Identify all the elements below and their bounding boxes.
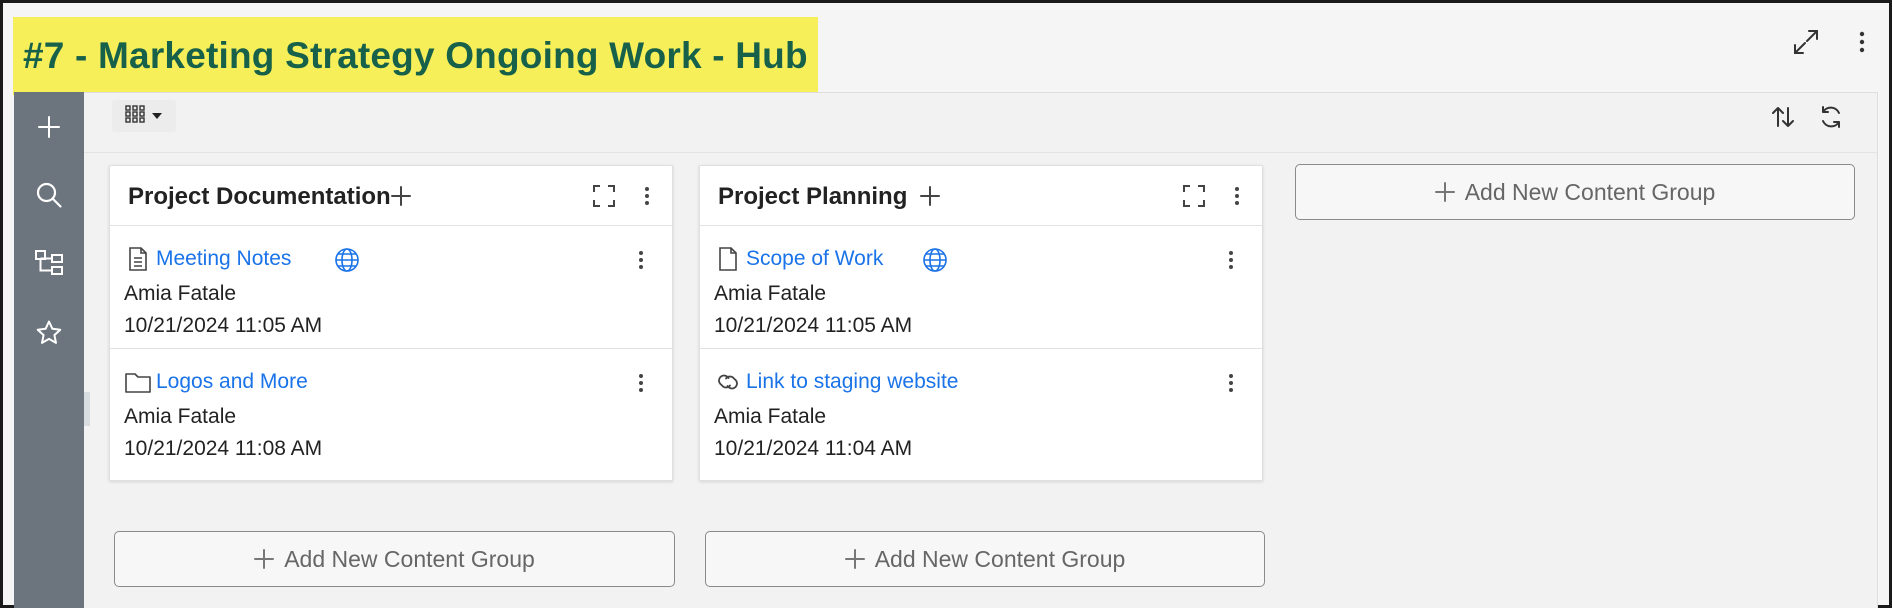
add-content-group-button[interactable]: Add New Content Group xyxy=(114,531,675,587)
content-item-author: Amia Fatale xyxy=(124,282,237,305)
add-content-group-button[interactable]: Add New Content Group xyxy=(705,531,1265,587)
more-vertical-icon[interactable] xyxy=(1842,22,1882,62)
more-vertical-icon[interactable] xyxy=(1218,369,1244,397)
add-content-group-label: Add New Content Group xyxy=(284,545,535,572)
add-content-group-label: Add New Content Group xyxy=(1464,178,1716,205)
sidebar xyxy=(14,92,84,608)
content-item: Meeting Notes Amia Fatale 10/21/2024 11:… xyxy=(110,226,672,348)
content-item-link[interactable]: Meeting Notes xyxy=(156,247,291,271)
content-group-title: Project Documentation xyxy=(128,183,391,210)
more-vertical-icon[interactable] xyxy=(632,181,662,211)
grid-icon xyxy=(125,104,145,128)
globe-icon[interactable] xyxy=(333,246,361,274)
content-item-date: 10/21/2024 11:05 AM xyxy=(124,314,323,337)
content-item-author: Amia Fatale xyxy=(714,405,827,428)
plus-icon[interactable] xyxy=(26,104,72,150)
content-item-date: 10/21/2024 11:04 AM xyxy=(714,437,913,460)
more-vertical-icon[interactable] xyxy=(1218,246,1244,274)
content-group-title: Project Planning xyxy=(718,183,908,210)
content-item-link-row: Link to staging website xyxy=(714,367,958,397)
content-item: Link to staging website Amia Fatale 10/2… xyxy=(700,348,1262,470)
plus-icon xyxy=(844,549,865,569)
content-group-header: Project Documentation xyxy=(110,166,672,226)
add-content-plus-icon[interactable] xyxy=(388,183,414,209)
sort-icon[interactable] xyxy=(1764,100,1802,134)
more-vertical-icon[interactable] xyxy=(1222,181,1252,211)
globe-icon[interactable] xyxy=(921,246,949,274)
content-group-header: Project Planning xyxy=(700,166,1262,226)
content-item-link-row: Meeting Notes xyxy=(124,244,291,274)
link-icon xyxy=(714,368,742,396)
content-item-link[interactable]: Scope of Work xyxy=(746,247,883,271)
content-item: Logos and More Amia Fatale 10/21/2024 11… xyxy=(110,348,672,470)
plus-icon xyxy=(1434,182,1455,202)
content-item-author: Amia Fatale xyxy=(714,282,827,305)
toolbar-divider xyxy=(84,152,1878,153)
hierarchy-icon[interactable] xyxy=(26,240,72,286)
plus-icon xyxy=(254,549,275,569)
refresh-icon[interactable] xyxy=(1812,100,1850,134)
content-group-card: Project Planning Scope of Work Amia Fata… xyxy=(699,165,1263,481)
content-item-link[interactable]: Link to staging website xyxy=(746,370,958,394)
fullscreen-icon[interactable] xyxy=(1179,181,1209,211)
page-title: #7 - Marketing Strategy Ongoing Work - H… xyxy=(23,35,808,76)
file-icon xyxy=(714,245,742,273)
more-vertical-icon[interactable] xyxy=(628,369,654,397)
content-item-link[interactable]: Logos and More xyxy=(156,370,308,394)
folder-icon xyxy=(124,368,152,396)
add-content-plus-icon[interactable] xyxy=(917,183,943,209)
content-item-link-row: Scope of Work xyxy=(714,244,883,274)
add-content-group-label: Add New Content Group xyxy=(874,545,1126,572)
fullscreen-icon[interactable] xyxy=(589,181,619,211)
content-item-link-row: Logos and More xyxy=(124,367,308,397)
content-item-date: 10/21/2024 11:05 AM xyxy=(714,314,913,337)
add-content-group-button[interactable]: Add New Content Group xyxy=(1295,164,1855,220)
sidebar-resize-handle[interactable] xyxy=(84,392,90,426)
more-vertical-icon[interactable] xyxy=(628,246,654,274)
view-mode-button[interactable] xyxy=(112,100,176,132)
document-icon xyxy=(124,245,152,273)
caret-down-icon xyxy=(151,107,163,125)
content-item: Scope of Work Amia Fatale 10/21/2024 11:… xyxy=(700,226,1262,348)
star-icon[interactable] xyxy=(26,310,72,356)
content-item-author: Amia Fatale xyxy=(124,405,237,428)
search-icon[interactable] xyxy=(26,172,72,218)
content-item-date: 10/21/2024 11:08 AM xyxy=(124,437,323,460)
content-group-card: Project Documentation Meeting Notes Amia… xyxy=(109,165,673,481)
page-title-highlight: #7 - Marketing Strategy Ongoing Work - H… xyxy=(13,17,818,95)
expand-icon[interactable] xyxy=(1786,22,1826,62)
